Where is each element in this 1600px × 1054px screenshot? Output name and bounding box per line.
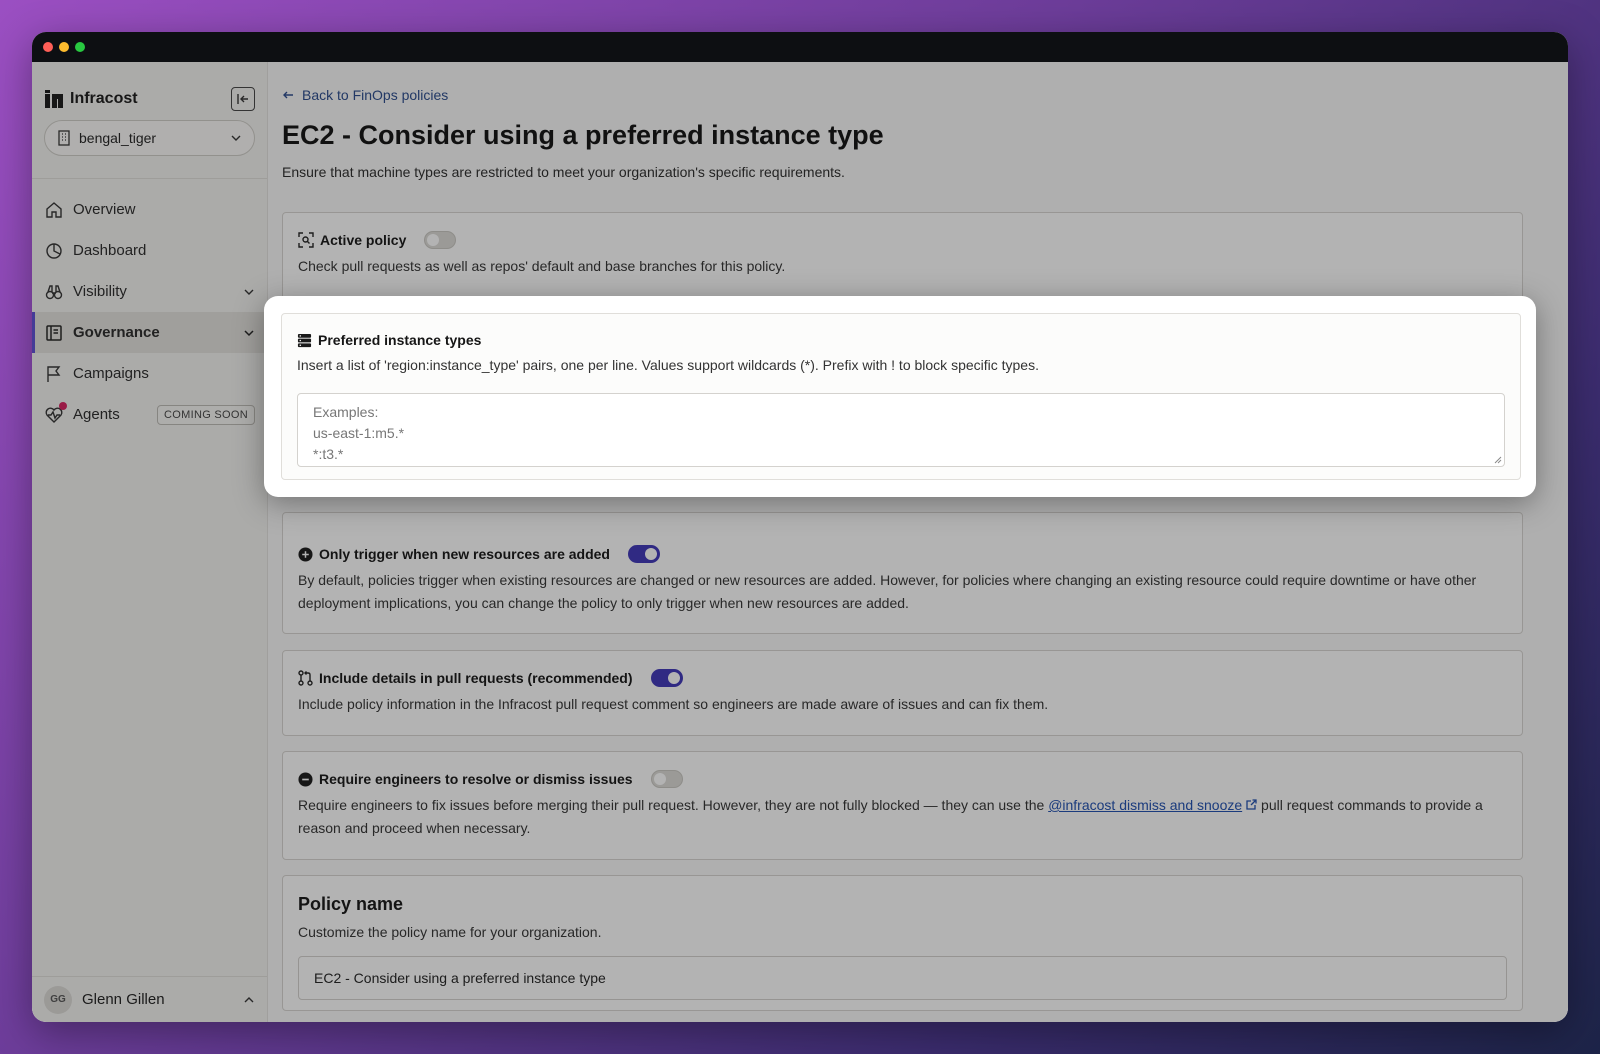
require-resolve-card: Require engineers to resolve or dismiss … bbox=[282, 751, 1523, 860]
user-menu[interactable]: GG Glenn Gillen bbox=[32, 976, 267, 1022]
pie-chart-icon bbox=[46, 242, 62, 259]
sidebar-item-dashboard[interactable]: Dashboard bbox=[32, 230, 267, 271]
sidebar-item-visibility[interactable]: Visibility bbox=[32, 271, 267, 312]
include-details-description: Include policy information in the Infrac… bbox=[298, 696, 1049, 712]
org-name: bengal_tiger bbox=[79, 130, 157, 146]
preferred-types-textarea[interactable]: Examples: us-east-1:m5.* *:t3.* bbox=[297, 393, 1505, 467]
building-icon bbox=[58, 130, 70, 146]
collapse-sidebar-button[interactable] bbox=[231, 87, 255, 111]
server-icon bbox=[297, 333, 312, 347]
minimize-window-button[interactable] bbox=[59, 42, 69, 52]
include-details-title: Include details in pull requests (recomm… bbox=[319, 670, 633, 686]
sidebar-item-label: Governance bbox=[73, 324, 160, 341]
policy-name-description: Customize the policy name for your organ… bbox=[298, 924, 602, 940]
sidebar: Infracost bengal_tiger Overview Dashboar… bbox=[32, 62, 268, 1022]
placeholder-line: us-east-1:m5.* bbox=[313, 425, 405, 441]
title-bar bbox=[32, 32, 1568, 62]
active-policy-title: Active policy bbox=[320, 232, 407, 248]
sidebar-nav: Overview Dashboard Visibility Governance bbox=[32, 189, 267, 435]
brand-logo[interactable]: Infracost bbox=[44, 90, 138, 108]
page-title: EC2 - Consider using a preferred instanc… bbox=[282, 120, 884, 150]
chevron-down-icon bbox=[244, 289, 254, 295]
org-selector[interactable]: bengal_tiger bbox=[44, 120, 255, 156]
sidebar-item-label: Campaigns bbox=[73, 365, 149, 382]
include-details-toggle[interactable] bbox=[650, 669, 683, 687]
sidebar-item-agents[interactable]: Agents COMING SOON bbox=[32, 394, 267, 435]
sidebar-item-label: Overview bbox=[73, 201, 136, 218]
sidebar-divider bbox=[32, 178, 267, 179]
sidebar-item-governance[interactable]: Governance bbox=[32, 312, 267, 353]
external-link-icon bbox=[1246, 799, 1257, 810]
placeholder-line: Examples: bbox=[313, 404, 379, 420]
resize-grip-icon[interactable] bbox=[1494, 456, 1502, 464]
collapse-sidebar-icon bbox=[237, 94, 248, 104]
chevron-up-icon bbox=[244, 996, 254, 1002]
only-trigger-card: Only trigger when new resources are adde… bbox=[282, 512, 1523, 634]
sidebar-item-overview[interactable]: Overview bbox=[32, 189, 267, 230]
sidebar-item-label: Visibility bbox=[73, 283, 127, 300]
close-window-button[interactable] bbox=[43, 42, 53, 52]
page-subtitle: Ensure that machine types are restricted… bbox=[282, 164, 845, 180]
app-window: Infracost bengal_tiger Overview Dashboar… bbox=[32, 32, 1568, 1022]
plus-circle-icon bbox=[298, 546, 313, 562]
main-content: Back to FinOps policies EC2 - Consider u… bbox=[268, 62, 1568, 1022]
require-resolve-title: Require engineers to resolve or dismiss … bbox=[319, 771, 633, 787]
preferred-types-description: Insert a list of 'region:instance_type' … bbox=[297, 357, 1039, 373]
brand-name: Infracost bbox=[70, 90, 138, 107]
binoculars-icon bbox=[45, 284, 63, 299]
back-link[interactable]: Back to FinOps policies bbox=[282, 87, 448, 103]
only-trigger-title: Only trigger when new resources are adde… bbox=[319, 546, 610, 562]
highlighted-section: Preferred instance types Insert a list o… bbox=[264, 296, 1536, 497]
chevron-down-icon bbox=[231, 135, 241, 141]
policy-name-input[interactable]: EC2 - Consider using a preferred instanc… bbox=[298, 956, 1507, 1000]
arrow-left-icon bbox=[283, 91, 293, 99]
flag-icon bbox=[47, 365, 61, 382]
infracost-logo-icon bbox=[45, 90, 63, 108]
preferred-instance-types-card: Preferred instance types Insert a list o… bbox=[281, 313, 1521, 480]
active-policy-toggle[interactable] bbox=[424, 231, 457, 249]
include-details-card: Include details in pull requests (recomm… bbox=[282, 650, 1523, 736]
sidebar-item-campaigns[interactable]: Campaigns bbox=[32, 353, 267, 394]
coming-soon-badge: COMING SOON bbox=[157, 404, 255, 425]
user-name: Glenn Gillen bbox=[82, 991, 165, 1008]
require-resolve-desc-before: Require engineers to fix issues before m… bbox=[298, 797, 1049, 813]
book-icon bbox=[46, 324, 62, 341]
avatar: GG bbox=[44, 985, 72, 1014]
only-trigger-description: By default, policies trigger when existi… bbox=[298, 572, 1477, 611]
minus-circle-icon bbox=[298, 771, 313, 787]
sidebar-item-label: Dashboard bbox=[73, 242, 147, 259]
require-resolve-toggle[interactable] bbox=[650, 770, 683, 788]
home-icon bbox=[46, 201, 62, 218]
policy-name-heading: Policy name bbox=[298, 894, 404, 914]
policy-name-card: Policy name Customize the policy name fo… bbox=[282, 875, 1523, 1011]
chevron-down-icon bbox=[244, 329, 254, 336]
git-pull-request-icon bbox=[298, 670, 313, 686]
notification-dot bbox=[59, 401, 67, 410]
zoom-window-button[interactable] bbox=[75, 42, 85, 52]
scan-search-icon bbox=[298, 232, 314, 248]
preferred-types-title: Preferred instance types bbox=[318, 332, 482, 348]
require-resolve-description: Require engineers to fix issues before m… bbox=[298, 794, 1507, 840]
sidebar-item-label: Agents bbox=[73, 406, 120, 423]
only-trigger-toggle[interactable] bbox=[627, 545, 660, 563]
dismiss-snooze-link[interactable]: @infracost dismiss and snooze bbox=[1048, 797, 1242, 813]
active-policy-description: Check pull requests as well as repos' de… bbox=[298, 258, 786, 274]
back-link-label: Back to FinOps policies bbox=[302, 87, 449, 103]
placeholder-line: *:t3.* bbox=[313, 446, 344, 462]
